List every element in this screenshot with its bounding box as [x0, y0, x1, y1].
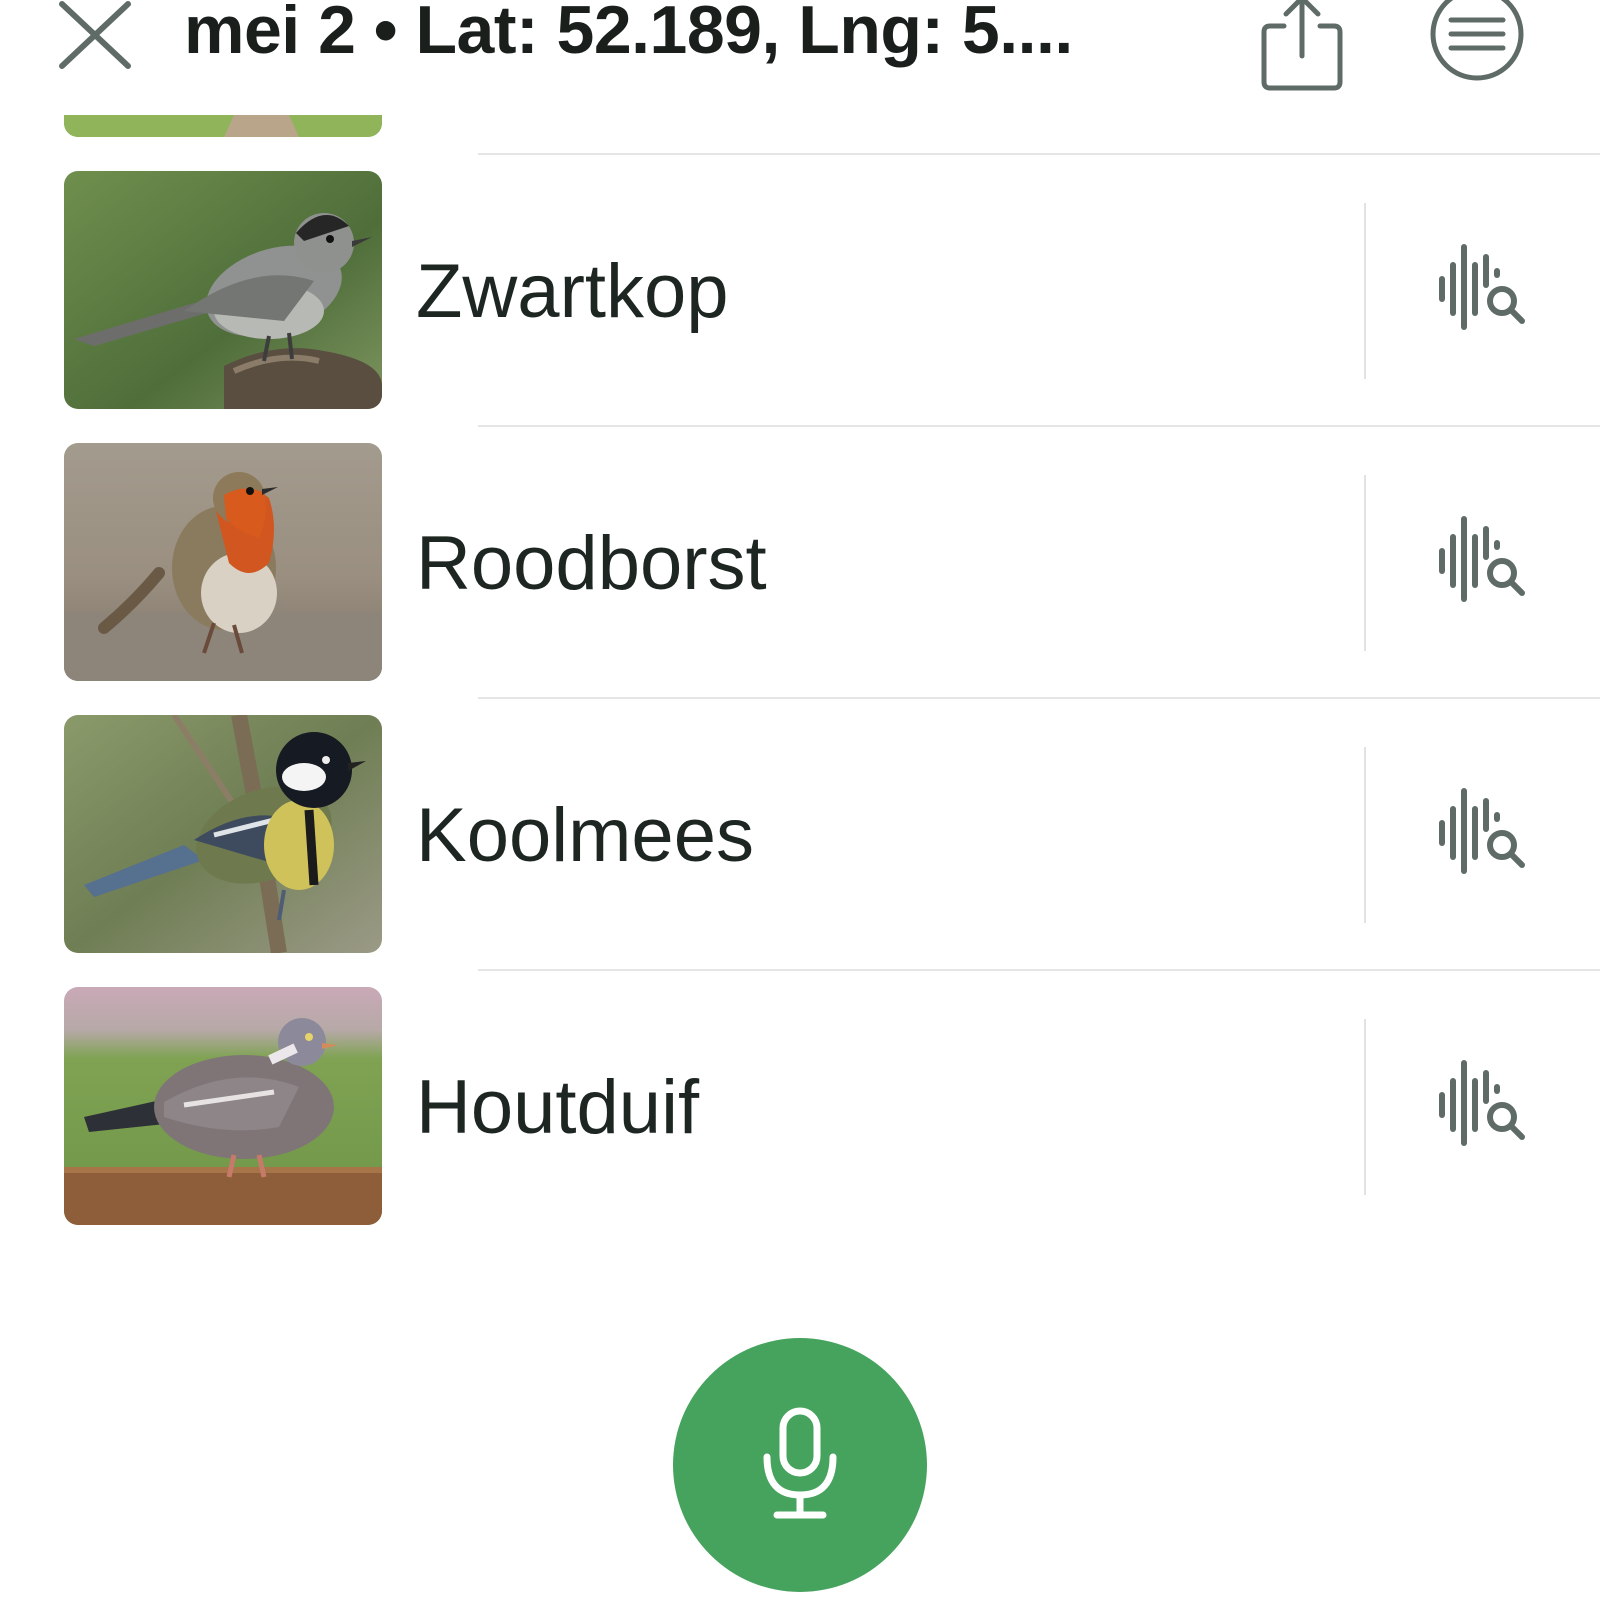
- sound-search-icon: [1439, 788, 1525, 874]
- row-divider: [1364, 1019, 1366, 1195]
- species-list: Zwartkop Roodborst Koolmees Houtduif: [0, 0, 1600, 1240]
- row-separator: [478, 969, 1600, 971]
- sound-search-button[interactable]: [1420, 1057, 1530, 1157]
- blackcap-photo: [64, 171, 382, 409]
- sound-search-button[interactable]: [1420, 513, 1530, 613]
- row-separator: [478, 153, 1600, 155]
- species-name: Koolmees: [416, 793, 754, 878]
- sound-search-button[interactable]: [1420, 785, 1530, 885]
- list-item[interactable]: Koolmees: [0, 715, 1600, 987]
- row-divider: [1364, 203, 1366, 379]
- sound-search-icon: [1439, 244, 1525, 330]
- microphone-icon: [763, 1407, 837, 1519]
- wood-pigeon-photo: [64, 987, 382, 1225]
- list-item[interactable]: Zwartkop: [0, 171, 1600, 443]
- species-name: Houtduif: [416, 1065, 700, 1150]
- row-divider: [1364, 475, 1366, 651]
- great-tit-photo: [64, 715, 382, 953]
- record-button[interactable]: [673, 1338, 927, 1592]
- species-name: Zwartkop: [416, 249, 729, 334]
- list-item[interactable]: Roodborst: [0, 443, 1600, 715]
- sound-search-icon: [1439, 516, 1525, 602]
- row-divider: [1364, 747, 1366, 923]
- partial-bird-thumbnail[interactable]: [64, 115, 382, 137]
- list-item[interactable]: Houtduif: [0, 987, 1600, 1259]
- robin-photo: [64, 443, 382, 681]
- sound-search-icon: [1439, 1060, 1525, 1146]
- sound-search-button[interactable]: [1420, 241, 1530, 341]
- row-separator: [478, 697, 1600, 699]
- row-separator: [478, 425, 1600, 427]
- species-name: Roodborst: [416, 521, 767, 606]
